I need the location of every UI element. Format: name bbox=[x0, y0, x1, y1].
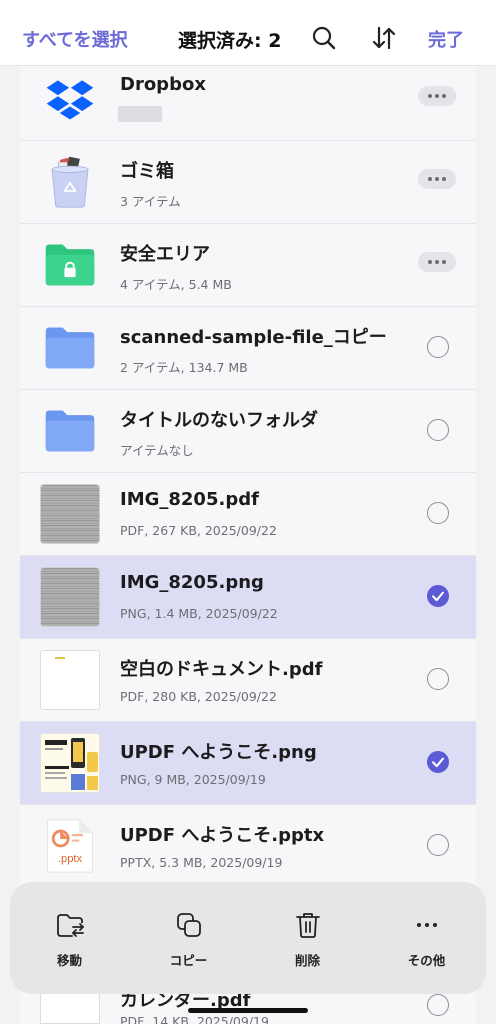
bottom-action-toolbar: 移動 コピー 削除 その他 bbox=[10, 882, 486, 994]
pptx-label: .pptx bbox=[58, 853, 83, 865]
redacted-meta-placeholder bbox=[118, 106, 162, 122]
select-radio[interactable] bbox=[427, 502, 449, 524]
more-options-button[interactable] bbox=[418, 169, 456, 189]
file-name: 安全エリア bbox=[120, 244, 210, 265]
file-meta: PDF, 280 KB, 2025/09/22 bbox=[120, 689, 277, 704]
home-indicator bbox=[188, 1008, 308, 1013]
trash-icon bbox=[295, 913, 320, 938]
file-meta: 4 アイテム, 5.4 MB bbox=[120, 277, 232, 292]
file-name: ゴミ箱 bbox=[120, 161, 174, 182]
other-label: その他 bbox=[407, 953, 446, 968]
file-name: Dropbox bbox=[120, 74, 206, 95]
file-meta: PPTX, 5.3 MB, 2025/09/19 bbox=[120, 855, 283, 870]
file-list: Dropbox ゴミ箱 3 アイテム 安全エリア 4 アイテム, 5.4 MB … bbox=[20, 58, 476, 888]
select-all-button[interactable]: すべてを選択 bbox=[22, 26, 128, 52]
file-name: 空白のドキュメント.pdf bbox=[120, 659, 323, 680]
file-name: scanned-sample-file_コピー bbox=[120, 327, 387, 348]
selection-count-title: 選択済み: 2 bbox=[178, 30, 282, 52]
list-item-dropbox[interactable]: Dropbox bbox=[20, 58, 476, 141]
move-folder-icon bbox=[56, 914, 84, 937]
file-meta: PDF, 267 KB, 2025/09/22 bbox=[120, 523, 277, 538]
list-item-secure-area[interactable]: 安全エリア 4 アイテム, 5.4 MB bbox=[20, 224, 476, 307]
folder-icon bbox=[40, 318, 100, 378]
pptx-file-icon: .pptx bbox=[40, 816, 100, 876]
scan-thumbnail bbox=[40, 484, 100, 544]
list-item-trash[interactable]: ゴミ箱 3 アイテム bbox=[20, 141, 476, 224]
select-radio[interactable] bbox=[427, 336, 449, 358]
folder-icon bbox=[40, 401, 100, 461]
other-button[interactable]: その他 bbox=[382, 910, 472, 969]
file-name: IMG_8205.pdf bbox=[120, 489, 259, 510]
trash-icon bbox=[40, 152, 100, 212]
list-item-img8205-pdf[interactable]: IMG_8205.pdf PDF, 267 KB, 2025/09/22 bbox=[20, 473, 476, 556]
file-meta: アイテムなし bbox=[120, 443, 194, 458]
image-thumbnail bbox=[40, 733, 100, 793]
secure-folder-icon bbox=[40, 235, 100, 295]
top-bar: すべてを選択 選択済み: 2 完了 bbox=[0, 0, 496, 66]
scan-thumbnail bbox=[40, 567, 100, 627]
list-item-folder-scanned[interactable]: scanned-sample-file_コピー 2 アイテム, 134.7 MB bbox=[20, 307, 476, 390]
select-radio-checked[interactable] bbox=[427, 751, 449, 773]
list-item-img8205-png[interactable]: IMG_8205.png PNG, 1.4 MB, 2025/09/22 bbox=[20, 556, 476, 639]
copy-label: コピー bbox=[169, 953, 208, 968]
select-radio[interactable] bbox=[427, 419, 449, 441]
move-button[interactable]: 移動 bbox=[25, 910, 115, 969]
more-options-button[interactable] bbox=[418, 86, 456, 106]
file-meta: PDF, 14 KB, 2025/09/19 bbox=[120, 1014, 269, 1024]
delete-button[interactable]: 削除 bbox=[263, 910, 353, 969]
move-label: 移動 bbox=[56, 953, 82, 968]
delete-label: 削除 bbox=[294, 953, 320, 968]
copy-button[interactable]: コピー bbox=[144, 910, 234, 969]
search-icon[interactable] bbox=[311, 25, 337, 51]
select-radio[interactable] bbox=[427, 668, 449, 690]
done-button[interactable]: 完了 bbox=[428, 26, 464, 52]
copy-icon bbox=[176, 913, 201, 937]
select-radio[interactable] bbox=[427, 834, 449, 856]
document-thumbnail bbox=[40, 650, 100, 710]
sort-icon[interactable] bbox=[371, 25, 397, 51]
checkmark-icon bbox=[432, 591, 444, 602]
file-meta: PNG, 9 MB, 2025/09/19 bbox=[120, 772, 266, 787]
file-meta: 3 アイテム bbox=[120, 194, 181, 209]
file-name: UPDF へようこそ.png bbox=[120, 742, 317, 763]
list-item-folder-untitled[interactable]: タイトルのないフォルダ アイテムなし bbox=[20, 390, 476, 473]
list-item-updf-welcome-pptx[interactable]: .pptx UPDF へようこそ.pptx PPTX, 5.3 MB, 2025… bbox=[20, 805, 476, 888]
dropbox-icon bbox=[40, 69, 100, 129]
ellipsis-icon bbox=[416, 923, 437, 927]
file-meta: PNG, 1.4 MB, 2025/09/22 bbox=[120, 606, 278, 621]
file-name: タイトルのないフォルダ bbox=[120, 410, 318, 431]
checkmark-icon bbox=[432, 757, 444, 768]
list-item-blank-document[interactable]: 空白のドキュメント.pdf PDF, 280 KB, 2025/09/22 bbox=[20, 639, 476, 722]
list-item-updf-welcome-png[interactable]: UPDF へようこそ.png PNG, 9 MB, 2025/09/19 bbox=[20, 722, 476, 805]
file-meta: 2 アイテム, 134.7 MB bbox=[120, 360, 248, 375]
file-name: IMG_8205.png bbox=[120, 572, 264, 593]
select-radio-checked[interactable] bbox=[427, 585, 449, 607]
file-name: UPDF へようこそ.pptx bbox=[120, 825, 325, 846]
select-radio[interactable] bbox=[427, 994, 449, 1016]
more-options-button[interactable] bbox=[418, 252, 456, 272]
